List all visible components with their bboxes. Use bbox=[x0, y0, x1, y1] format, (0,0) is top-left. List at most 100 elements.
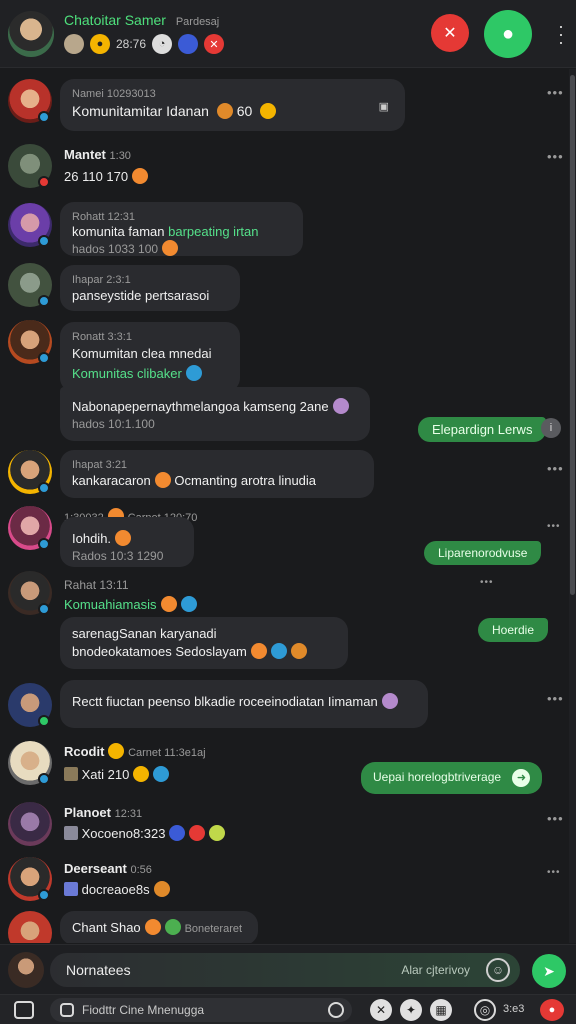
emoji-icon bbox=[169, 825, 186, 841]
sticker-icon bbox=[64, 767, 78, 781]
emoji-icon bbox=[162, 240, 179, 256]
clock-text: 3:e3 bbox=[503, 1003, 525, 1015]
message-menu-icon[interactable]: ••• bbox=[547, 691, 564, 706]
attachment-icon[interactable]: ▣ bbox=[379, 97, 389, 117]
scrollbar-thumb[interactable] bbox=[570, 75, 575, 595]
message-menu-icon[interactable]: ••• bbox=[480, 577, 494, 588]
emoji-icon bbox=[209, 825, 226, 841]
message-bubble[interactable]: Ronatt 3:3:1 Komumitan clea mnedai Komun… bbox=[60, 322, 240, 392]
sender-name: Mantet bbox=[64, 147, 106, 162]
profile-button[interactable]: ● bbox=[484, 10, 532, 58]
message-text-content: 26 110 170 bbox=[64, 169, 129, 184]
search-field-text: Fiodttr Cine Mnenugga bbox=[82, 1003, 205, 1017]
phone-hangup-icon: ✕ bbox=[443, 25, 457, 42]
end-call-button[interactable]: ✕ bbox=[431, 14, 469, 52]
avatar[interactable] bbox=[8, 911, 52, 943]
message-menu-icon[interactable]: ••• bbox=[547, 867, 561, 878]
message-header: Deerseant 0:56 bbox=[64, 859, 152, 879]
compose-bar: Nornatees Alar cjterivoy ☺ ➤ bbox=[0, 944, 576, 994]
message-meta: 1:30 bbox=[109, 150, 131, 162]
message-bubble[interactable]: Ihapat 3:21 kankaracaron Ocmanting arotr… bbox=[60, 450, 374, 498]
sender-name: Planoet bbox=[64, 805, 111, 820]
message-text: panseystide pertsarasoi bbox=[72, 288, 210, 303]
message-bubble[interactable]: Rohatt 12:31 komunita faman barpeating i… bbox=[60, 202, 303, 256]
message-menu-icon[interactable]: ••• bbox=[547, 85, 564, 100]
notification-icon[interactable]: ● bbox=[540, 999, 564, 1021]
message-text: Komumitan clea mnedai bbox=[72, 346, 212, 361]
sent-bubble[interactable]: Elepardign Lerws bbox=[418, 417, 547, 442]
apps-icon[interactable]: ▦ bbox=[430, 999, 452, 1021]
emoji-icon bbox=[250, 643, 267, 659]
online-badge bbox=[38, 295, 50, 307]
window-icon[interactable] bbox=[14, 1001, 34, 1019]
sticker-icon bbox=[64, 826, 78, 840]
send-icon: ➤ bbox=[543, 962, 555, 979]
clear-icon[interactable] bbox=[328, 1002, 344, 1018]
emoji-icon bbox=[153, 766, 170, 782]
chat-header: Chatoitar Samer Pardesaj ● 28:76 ◔ ✕ ✕ ●… bbox=[0, 0, 576, 68]
message-header: Rcodit Carnet 11:3e1aj bbox=[64, 742, 206, 762]
sent-bubble[interactable]: Uepai horelogbtriverage ➜ bbox=[361, 762, 543, 794]
message-text: kankaracaron bbox=[72, 473, 151, 488]
emoji-icon bbox=[332, 398, 349, 414]
message-text: docreaoe8s bbox=[81, 882, 150, 897]
emoji-icon bbox=[154, 472, 171, 488]
message-input[interactable]: Nornatees Alar cjterivoy ☺ bbox=[50, 953, 520, 987]
emoji-icon bbox=[270, 643, 287, 659]
message-sub: hados 1033 100 bbox=[72, 242, 159, 256]
emoji-icon bbox=[180, 596, 197, 612]
message-text: Komunitamitar Idanan bbox=[72, 103, 209, 119]
emoji-icon bbox=[160, 596, 177, 612]
group-avatar[interactable] bbox=[8, 11, 54, 57]
message-bubble[interactable]: Namei 10293013 Komunitamitar Idanan 60 ▣ bbox=[60, 79, 405, 131]
message-sub: Rados 10:3 1290 bbox=[72, 549, 164, 563]
sticker-icon bbox=[64, 882, 78, 896]
emoji-icon bbox=[381, 693, 398, 709]
message-input-hint: Alar cjterivoy bbox=[401, 963, 470, 977]
forward-icon[interactable]: ➜ bbox=[512, 769, 531, 787]
member-avatar-icon bbox=[64, 34, 84, 54]
message-menu-icon[interactable]: ••• bbox=[547, 811, 564, 826]
message-bubble[interactable]: Ihapar 2:3:1 panseystide pertsarasoi bbox=[60, 265, 240, 311]
emoji-picker-icon[interactable]: ☺ bbox=[486, 958, 510, 982]
message-menu-icon[interactable]: ••• bbox=[547, 461, 564, 476]
online-badge bbox=[38, 603, 50, 615]
online-badge bbox=[38, 773, 50, 785]
my-avatar[interactable] bbox=[8, 952, 44, 988]
online-badge bbox=[38, 715, 50, 727]
game-icon[interactable]: ✦ bbox=[400, 999, 422, 1021]
message-menu-icon[interactable]: ••• bbox=[547, 149, 564, 164]
message-header: Mantet 1:30 bbox=[64, 145, 131, 165]
sent-bubble[interactable]: Hoerdie bbox=[478, 618, 549, 642]
status-badge bbox=[38, 176, 50, 188]
sent-bubble[interactable]: Liparenorodvuse bbox=[424, 541, 542, 565]
sender-name: Deerseant bbox=[64, 861, 127, 876]
message-text: sarenagSanan karyanadi bbox=[72, 626, 217, 641]
settings-icon[interactable]: ◎ bbox=[474, 999, 496, 1021]
emoji-icon bbox=[144, 919, 161, 935]
message-bubble[interactable]: Iohdih. Rados 10:3 1290 bbox=[60, 517, 194, 567]
member-status-icon: ● bbox=[90, 34, 110, 54]
search-field[interactable]: Fiodttr Cine Mnenugga bbox=[50, 998, 352, 1022]
bottom-toolbar: Fiodttr Cine Mnenugga ✕ ✦ ▦ ◎ 3:e3 ● bbox=[0, 994, 576, 1024]
emoji-icon bbox=[108, 743, 125, 759]
emoji-icon bbox=[216, 103, 233, 119]
send-button[interactable]: ➤ bbox=[532, 954, 566, 988]
message-bubble[interactable]: Rectt fiuctan peenso blkadie roceeinodia… bbox=[60, 680, 428, 728]
message-text: komunita faman bbox=[72, 224, 165, 239]
info-icon[interactable]: i bbox=[541, 418, 561, 438]
message-menu-icon[interactable]: ••• bbox=[547, 521, 561, 532]
message-input-text: Nornatees bbox=[66, 962, 131, 978]
app-icon bbox=[60, 1003, 74, 1017]
message-meta: Carnet 11:3e1aj bbox=[128, 747, 206, 759]
message-bubble[interactable]: Nabonapepernaythmelangoa kamseng 2ane ha… bbox=[60, 387, 370, 441]
scrollbar-track[interactable] bbox=[569, 69, 576, 943]
close-icon[interactable]: ✕ bbox=[370, 999, 392, 1021]
emoji-icon bbox=[132, 168, 149, 184]
more-options-icon[interactable]: · · · bbox=[556, 17, 566, 51]
avatar[interactable] bbox=[8, 802, 52, 846]
message-bubble[interactable]: sarenagSanan karyanadi bnodeokatamoes Se… bbox=[60, 617, 348, 669]
message-meta: 0:56 bbox=[130, 864, 152, 876]
message-list[interactable]: Namei 10293013 Komunitamitar Idanan 60 ▣… bbox=[0, 69, 576, 943]
message-bubble[interactable]: Chant Shao Boneteraret bbox=[60, 911, 258, 943]
